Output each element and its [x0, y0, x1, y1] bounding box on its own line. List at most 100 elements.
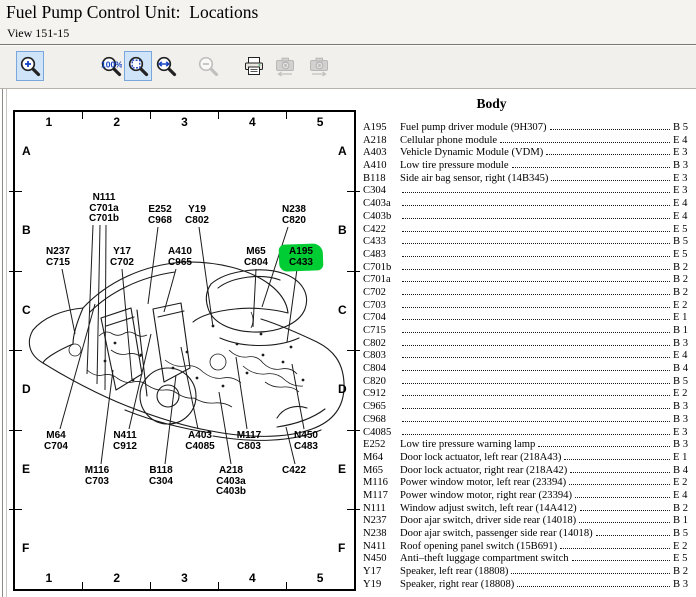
table-row: B118Side air bag sensor, right (14B345)E…: [363, 173, 694, 186]
table-row: N411Roof opening panel switch (15B691)E …: [363, 541, 694, 554]
zoom-in-button[interactable]: [16, 51, 44, 81]
grid-row-label: B: [338, 223, 347, 237]
component-code: N237: [363, 515, 400, 528]
diagram-callout: A218C403aC403b: [216, 466, 246, 498]
grid-column-label: 4: [218, 115, 286, 129]
grid-reference: E 1: [673, 312, 694, 325]
table-row: C433B 5: [363, 236, 694, 249]
svg-text:100%: 100%: [101, 60, 122, 70]
diagram-callout: M116C703: [85, 466, 109, 487]
grid-reference: B 5: [673, 528, 694, 541]
grid-tick: [286, 112, 287, 119]
leader-dots: [402, 345, 670, 346]
table-row: C703E 2: [363, 300, 694, 313]
callout-leader-lines: [15, 112, 354, 589]
grid-tick: [82, 582, 83, 589]
table-row: A218Cellular phone module E 4: [363, 135, 694, 148]
leader-dots: [546, 154, 670, 155]
component-code: A410: [363, 160, 400, 173]
grid-reference: B 5: [673, 376, 694, 389]
table-row: C483E 5: [363, 249, 694, 262]
grid-column-label: 5: [286, 571, 354, 585]
view-header: Fuel Pump Control Unit: Locations View 1…: [0, 0, 696, 44]
leader-dots: [575, 497, 670, 498]
grid-reference: B 5: [673, 236, 694, 249]
component-description: Low tire pressure module: [400, 160, 510, 173]
document-view: N111C701aC701bE252C968Y19C802N238C820N23…: [0, 89, 696, 597]
grid-tick: [347, 509, 360, 510]
grid-reference: B 2: [673, 503, 694, 516]
table-row: C701aB 2: [363, 274, 694, 287]
pane-divider: [2, 89, 3, 597]
grid-row-label: C: [338, 303, 347, 317]
grid-tick: [347, 271, 360, 272]
grid-reference: E 5: [673, 553, 694, 566]
diagram-callout: Y17C702: [110, 247, 134, 268]
grid-reference: E 3: [673, 185, 694, 198]
table-row: C4085E 3: [363, 427, 694, 440]
zoom-out-button[interactable]: [194, 51, 222, 81]
table-row: C715B 1: [363, 325, 694, 338]
component-code: C304: [363, 185, 400, 198]
grid-reference: B 4: [673, 363, 694, 376]
grid-reference: B 4: [673, 465, 694, 478]
diagram-canvas[interactable]: N111C701aC701bE252C968Y19C802N238C820N23…: [13, 110, 356, 591]
grid-column-label: 2: [83, 115, 151, 129]
component-description: Power window motor, left rear (23394): [400, 477, 567, 490]
zoom-width-button[interactable]: [152, 51, 180, 81]
component-code: C912: [363, 388, 400, 401]
grid-row-label: D: [338, 382, 347, 396]
table-row: C422E 5: [363, 224, 694, 237]
component-code: C704: [363, 312, 400, 325]
component-description: Window adjust switch, left rear (14A412): [400, 503, 578, 516]
component-description: Cellular phone module: [400, 135, 498, 148]
component-description: Power window motor, right rear (23394): [400, 490, 573, 503]
table-row: N238Door ajar switch, passenger side rea…: [363, 528, 694, 541]
component-code: E252: [363, 439, 400, 452]
leader-dots: [402, 281, 670, 282]
previous-view-button[interactable]: [271, 51, 299, 81]
table-row: C701bB 2: [363, 262, 694, 275]
component-code: C703: [363, 300, 400, 313]
grid-row-label: F: [338, 541, 345, 555]
leader-dots: [402, 294, 670, 295]
component-description: Door lock actuator, left rear (218A43): [400, 452, 562, 465]
table-row: C704 E 1: [363, 312, 694, 325]
leader-dots: [500, 142, 670, 143]
component-code: M64: [363, 452, 400, 465]
component-code: A218: [363, 135, 400, 148]
grid-tick: [9, 350, 22, 351]
next-view-button[interactable]: [305, 51, 333, 81]
grid-reference: E 4: [673, 135, 694, 148]
component-description: Anti–theft luggage compartment switch: [400, 553, 570, 566]
grid-tick: [347, 191, 360, 192]
grid-tick: [82, 112, 83, 119]
app-window: Fuel Pump Control Unit: Locations View 1…: [0, 0, 696, 597]
table-row: C965B 3: [363, 401, 694, 414]
component-code: C802: [363, 338, 400, 351]
component-code: C483: [363, 249, 400, 262]
table-row: M117Power window motor, right rear (2339…: [363, 490, 694, 503]
page-title: Fuel Pump Control Unit: Locations: [6, 2, 258, 23]
grid-reference: E 4: [673, 490, 694, 503]
component-code: C4085: [363, 427, 400, 440]
component-code: C422: [363, 224, 400, 237]
component-code: N111: [363, 503, 400, 516]
grid-column-label: 5: [286, 115, 354, 129]
component-code: C702: [363, 287, 400, 300]
zoom-fit-button[interactable]: [124, 51, 152, 81]
grid-tick: [218, 582, 219, 589]
grid-reference: B 3: [673, 579, 694, 592]
table-row: C403bE 4: [363, 211, 694, 224]
component-code: C403a: [363, 198, 400, 211]
component-description: Vehicle Dynamic Module (VDM): [400, 147, 544, 160]
component-code: C803: [363, 350, 400, 363]
table-row: C968B 3: [363, 414, 694, 427]
zoom-100-button[interactable]: 100%: [97, 51, 125, 81]
print-button[interactable]: [240, 51, 268, 81]
camera-right-icon: [308, 55, 330, 77]
leader-dots: [512, 167, 670, 168]
leader-dots: [402, 395, 670, 396]
leader-dots: [550, 129, 670, 130]
component-code: Y19: [363, 579, 400, 592]
